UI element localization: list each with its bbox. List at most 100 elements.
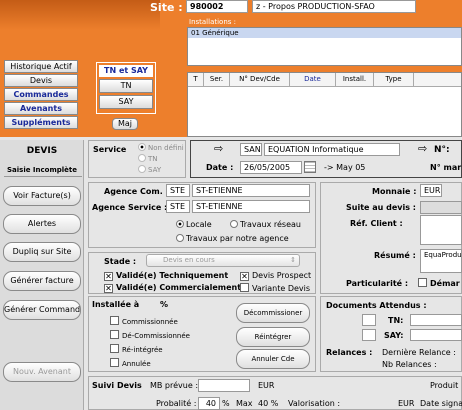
radio-icon <box>138 143 146 151</box>
commandes-link[interactable]: Commandes <box>4 88 78 101</box>
calendar-icon[interactable] <box>304 161 316 173</box>
sidebar-title: DEVIS <box>26 146 58 156</box>
doc-say-label: SAY: <box>384 331 404 340</box>
resume-field[interactable]: EquaProduct <box>420 249 462 273</box>
agence-service-code[interactable]: STE <box>166 200 190 213</box>
agence-com-code[interactable]: STE <box>166 184 190 197</box>
select-arrows-icon: ⇕ <box>290 256 296 264</box>
check-annulee-label: Annulée <box>122 360 151 368</box>
radio-icon <box>138 165 146 173</box>
installee-label: Installée à <box>92 300 140 309</box>
radio-locale-label: Locale <box>186 220 212 229</box>
radio-icon <box>176 234 184 242</box>
check-reintegree[interactable]: Ré-intégrée <box>110 344 163 354</box>
resume-label: Résumé : <box>374 251 416 260</box>
doc-say-check-field[interactable] <box>362 329 376 341</box>
no-marche-label: N° mar <box>430 163 462 172</box>
header-left-links: Historique Actif Devis Commandes Avenant… <box>4 60 78 129</box>
service-label: Service <box>93 145 127 154</box>
maj-button[interactable]: Maj <box>112 118 138 130</box>
tn-button[interactable]: TN <box>99 79 153 93</box>
dupliq-site-button[interactable]: Dupliq sur Site <box>3 242 81 262</box>
radio-travaux-reseau[interactable]: Travaux réseau <box>230 220 301 229</box>
agence-com-name[interactable]: ST-ETIENNE <box>192 184 310 197</box>
col-t[interactable]: T <box>188 73 204 86</box>
ref-client-field[interactable] <box>420 215 462 245</box>
doc-say-field[interactable] <box>410 329 462 341</box>
suite-devis-field[interactable] <box>420 201 462 214</box>
check-variante-devis[interactable]: Variante Devis <box>240 283 310 293</box>
company-code-field[interactable]: SAN <box>240 143 262 156</box>
check-decommissionnee[interactable]: Dé-Commissionnée <box>110 330 190 340</box>
generer-commande-button[interactable]: Générer Commande <box>3 300 81 320</box>
col-install[interactable]: Install. <box>336 73 374 86</box>
date-field[interactable]: 26/05/2005 <box>240 161 302 174</box>
checkbox-checked-icon: ✕ <box>104 284 113 293</box>
check-annulee[interactable]: Annulée <box>110 358 151 368</box>
devis-link[interactable]: Devis <box>4 74 78 87</box>
doc-tn-field[interactable] <box>410 314 462 326</box>
service-option-tn[interactable]: TN <box>138 154 158 163</box>
say-button[interactable]: SAY <box>99 95 153 109</box>
service-option-non-defini[interactable]: Non défini <box>138 143 184 152</box>
particularite-option-label: Démar <box>430 279 460 288</box>
voir-factures-button[interactable]: Voir Facture(s) <box>3 186 81 206</box>
monnaie-label: Monnaie : <box>372 187 417 196</box>
check-valide-comm-label: Validé(e) Commercialement <box>116 283 242 292</box>
historique-actif-link[interactable]: Historique Actif <box>4 60 78 73</box>
site-code-field[interactable]: 980002 <box>186 0 248 13</box>
radio-icon <box>230 220 238 228</box>
header-logo-area <box>0 0 160 30</box>
alertes-button[interactable]: Alertes <box>3 214 81 234</box>
probabilite-field[interactable]: 40 <box>198 397 220 410</box>
check-devis-prospect-label: Devis Prospect <box>252 271 312 280</box>
documents-label: Documents Attendus : <box>326 301 427 310</box>
probabilite-label: Probalité : <box>156 399 197 408</box>
service-option-label: TN <box>148 155 158 163</box>
agence-service-name[interactable]: ST-ETIENNE <box>192 200 310 213</box>
tn-say-box: TN et SAY TN SAY <box>96 62 156 114</box>
company-name-field[interactable]: EQUATION Informatique <box>264 143 400 156</box>
doc-tn-label: TN: <box>388 316 404 325</box>
header-grid[interactable]: T Ser. N° Dev/Cde Date Install. Type <box>187 72 462 137</box>
avenants-link[interactable]: Avenants <box>4 102 78 115</box>
site-name-field[interactable]: z - Propos PRODUCTION-SFAO <box>252 0 416 13</box>
arrow-right-icon[interactable]: ⇨ <box>418 142 427 155</box>
decommissioner-button[interactable]: Décommissioner <box>236 303 310 323</box>
mb-prevue-label: MB prévue : <box>150 381 199 390</box>
generer-facture-button[interactable]: Générer facture <box>3 271 81 291</box>
suite-devis-label: Suite au devis : <box>346 203 416 212</box>
check-reintegree-label: Ré-intégrée <box>122 346 163 354</box>
doc-tn-check-field[interactable] <box>362 314 376 326</box>
nb-relances-label: Nb Relances : <box>382 360 437 369</box>
date-label: Date : <box>206 163 234 172</box>
agence-com-label: Agence Com. : <box>104 187 169 196</box>
radio-locale[interactable]: Locale <box>176 220 212 229</box>
checkbox-icon <box>418 278 427 287</box>
col-type[interactable]: Type <box>374 73 414 86</box>
radio-travaux-agence[interactable]: Travaux par notre agence <box>176 234 289 243</box>
produit-label: Produit <box>430 381 459 390</box>
arrow-right-icon[interactable]: ⇨ <box>214 142 223 155</box>
suivi-label: Suivi Devis <box>92 381 142 390</box>
mb-prevue-field[interactable] <box>198 379 250 392</box>
monnaie-field[interactable]: EUR <box>420 184 442 197</box>
col-no-dev[interactable]: N° Dev/Cde <box>230 73 290 86</box>
check-devis-prospect[interactable]: ✕ Devis Prospect <box>240 271 311 281</box>
check-commissionnee[interactable]: Commissionnée <box>110 316 178 326</box>
stade-select[interactable]: Devis en cours ⇕ <box>146 254 300 267</box>
mb-currency: EUR <box>258 381 275 390</box>
service-option-say[interactable]: SAY <box>138 165 161 174</box>
col-date[interactable]: Date <box>290 73 336 86</box>
installations-list[interactable]: 01 Générique <box>187 27 462 66</box>
valorisation-currency: EUR <box>398 399 415 408</box>
supplements-link[interactable]: Suppléments <box>4 116 78 129</box>
check-valide-tech[interactable]: ✕ Validé(e) Techniquement <box>104 271 228 281</box>
installation-item[interactable]: 01 Générique <box>188 28 461 38</box>
reintegrer-button[interactable]: Réintégrer <box>236 327 310 347</box>
col-ser[interactable]: Ser. <box>204 73 230 86</box>
annuler-cde-button[interactable]: Annuler Cde <box>236 349 310 369</box>
nouv-avenant-button[interactable]: Nouv. Avenant <box>3 362 81 382</box>
particularite-checkbox[interactable]: Démar <box>418 278 460 288</box>
check-valide-comm[interactable]: ✕ Validé(e) Commercialement <box>104 283 241 293</box>
